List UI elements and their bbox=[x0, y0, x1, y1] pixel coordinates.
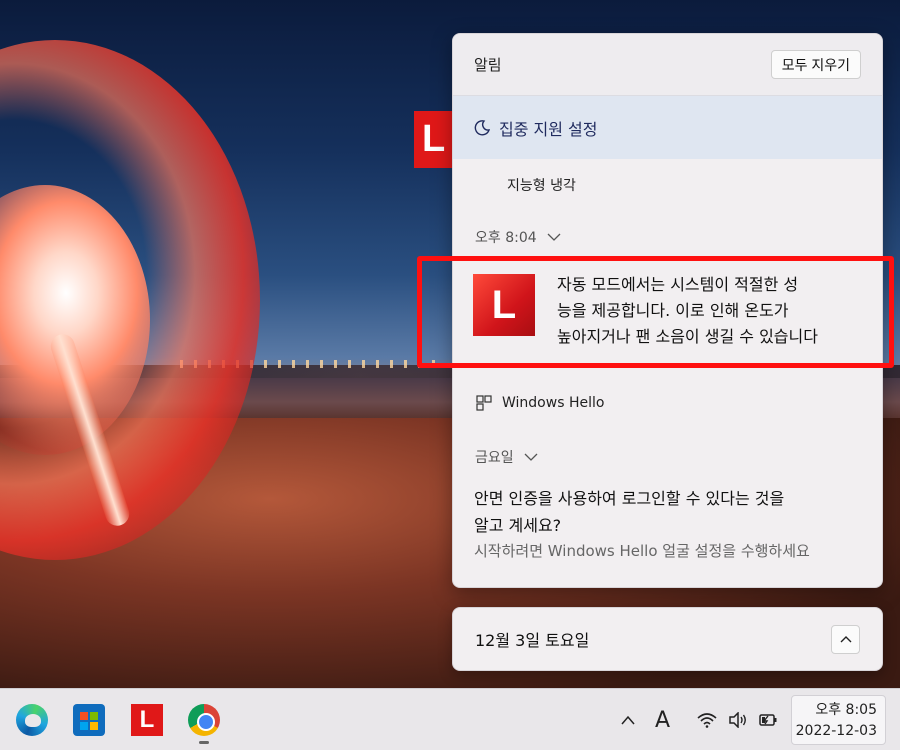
hidden-icons-button[interactable] bbox=[620, 689, 636, 750]
notification-line: 능을 제공합니다. 이로 인해 온도가 bbox=[557, 301, 789, 320]
notification-line: 높아지거나 팬 소음이 생길 수 있습니다 bbox=[557, 327, 818, 346]
chrome-icon[interactable] bbox=[188, 704, 220, 736]
notification-line: 자동 모드에서는 시스템이 적절한 성 bbox=[557, 275, 799, 294]
edge-icon[interactable] bbox=[16, 704, 48, 736]
windows-hello-icon bbox=[476, 395, 492, 411]
notification-title: 알림 bbox=[474, 56, 502, 74]
windows-hello-notification[interactable]: 안면 인증을 사용하여 로그인할 수 있다는 것을 알고 계세요? 시작하려면 … bbox=[453, 483, 882, 563]
focus-assist-link[interactable]: 집중 지원 설정 bbox=[453, 96, 882, 159]
cooling-notification[interactable]: L 자동 모드에서는 시스템이 적절한 성 능을 제공합니다. 이로 인해 온도… bbox=[453, 263, 882, 375]
windows-hello-label: Windows Hello bbox=[502, 395, 605, 411]
clock-time: 오후 8:05 bbox=[815, 702, 877, 718]
chevron-down-icon bbox=[524, 453, 538, 461]
store-icon[interactable] bbox=[73, 704, 105, 736]
battery-icon[interactable] bbox=[758, 689, 780, 750]
volume-icon[interactable] bbox=[728, 689, 748, 750]
focus-assist-label: 집중 지원 설정 bbox=[499, 119, 598, 139]
chevron-down-icon bbox=[547, 233, 561, 241]
notification-line: 안면 인증을 사용하여 로그인할 수 있다는 것을 bbox=[474, 489, 785, 508]
taskbar-clock[interactable]: 오후 8:05 2022-12-03 bbox=[791, 695, 886, 745]
calendar-expand-button[interactable] bbox=[831, 624, 860, 654]
wifi-icon[interactable] bbox=[697, 689, 717, 750]
notification-body: 자동 모드에서는 시스템이 적절한 성 능을 제공합니다. 이로 인해 온도가 … bbox=[557, 272, 862, 375]
desktop-lenovo-logo: L bbox=[414, 111, 454, 168]
lenovo-icon[interactable]: L bbox=[131, 704, 163, 736]
clock-date: 2022-12-03 bbox=[795, 723, 877, 739]
day-group-label: 금요일 bbox=[475, 450, 514, 466]
running-indicator bbox=[199, 741, 209, 744]
notification-line: 알고 계세요? bbox=[474, 516, 562, 535]
app-group-header: 지능형 냉각 bbox=[507, 178, 576, 194]
store-tile bbox=[90, 712, 98, 720]
calendar-date: 12월 3일 토요일 bbox=[475, 631, 590, 650]
notification-center: 알림 모두 지우기 집중 지원 설정 지능형 냉각 오후 8:04 L 자동 모… bbox=[452, 33, 883, 588]
chevron-up-icon bbox=[621, 715, 635, 725]
clear-all-button[interactable]: 모두 지우기 bbox=[770, 50, 861, 79]
store-tile bbox=[80, 722, 88, 730]
ime-indicator[interactable]: A bbox=[655, 689, 670, 750]
lenovo-app-icon: L bbox=[473, 274, 535, 336]
time-group-label: 오후 8:04 bbox=[475, 230, 537, 246]
time-group-header[interactable]: 오후 8:04 bbox=[453, 211, 882, 263]
day-group-header[interactable]: 금요일 bbox=[453, 431, 882, 483]
windows-hello-group-header: Windows Hello bbox=[453, 375, 882, 431]
store-tile bbox=[80, 712, 88, 720]
notification-subtext: 시작하려면 Windows Hello 얼굴 설정을 수행하세요 bbox=[474, 542, 810, 560]
taskbar: L A 오후 8:05 2022-12-03 bbox=[0, 688, 900, 750]
store-tile bbox=[90, 722, 98, 730]
calendar-flyout[interactable]: 12월 3일 토요일 bbox=[452, 607, 883, 671]
notification-header: 알림 모두 지우기 bbox=[453, 34, 882, 96]
moon-icon bbox=[474, 119, 491, 135]
chevron-up-icon bbox=[840, 636, 851, 643]
